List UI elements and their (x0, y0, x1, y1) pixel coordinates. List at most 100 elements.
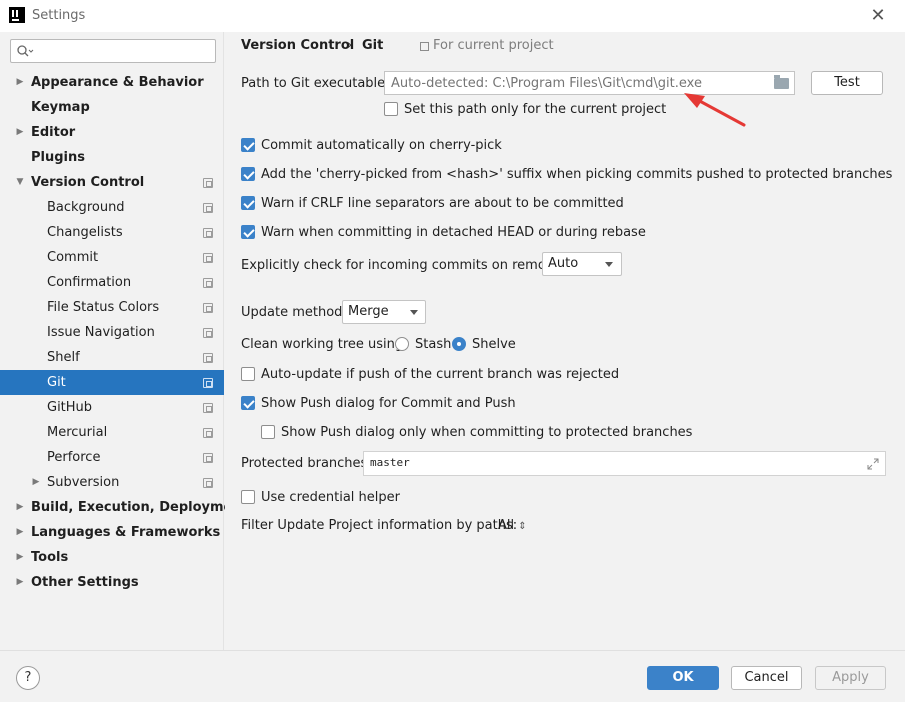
filter-paths-value: All (498, 518, 515, 533)
search-input[interactable] (39, 42, 209, 60)
breadcrumb-version-control[interactable]: Version Control (241, 38, 354, 53)
sidebar-item-label: Shelf (47, 350, 80, 365)
chevron-right-icon[interactable]: ▶ (14, 545, 26, 570)
sidebar-item-label: Other Settings (31, 575, 139, 590)
sidebar-item-label: Commit (47, 250, 99, 265)
copy-settings-icon (203, 478, 213, 488)
git-path-field[interactable] (384, 71, 795, 95)
chevron-down-icon[interactable]: ▼ (14, 170, 26, 195)
sidebar-item-subversion[interactable]: ▶ Subversion (0, 470, 224, 495)
ok-button[interactable]: OK (647, 666, 719, 690)
sidebar-item-label: Issue Navigation (47, 325, 155, 340)
sidebar-item-mercurial[interactable]: Mercurial (0, 420, 224, 445)
detached-head-label: Warn when committing in detached HEAD or… (261, 225, 646, 240)
intellij-icon (9, 7, 25, 23)
sidebar-item-file-status-colors[interactable]: File Status Colors (0, 295, 224, 320)
sidebar-item-label: Mercurial (47, 425, 108, 440)
clean-working-tree-label: Clean working tree using: (241, 337, 408, 352)
title-bar: Settings ✕ (0, 0, 905, 32)
stash-radio[interactable] (395, 337, 409, 351)
credential-helper-label: Use credential helper (261, 490, 400, 505)
update-method-label: Update method: (241, 305, 347, 320)
show-push-label: Show Push dialog for Commit and Push (261, 396, 516, 411)
copy-settings-icon (203, 328, 213, 338)
sidebar-item-confirmation[interactable]: Confirmation (0, 270, 224, 295)
sidebar-item-label: Tools (31, 550, 69, 565)
show-push-protected-checkbox[interactable] (261, 425, 275, 439)
protected-branches-label: Protected branches: (241, 456, 372, 471)
settings-sidebar: ▶ Appearance & Behavior Keymap ▶ Editor Plugi… (0, 32, 248, 650)
copy-settings-icon (203, 228, 213, 238)
expand-icon[interactable] (867, 458, 879, 470)
protected-branches-value: master (370, 456, 410, 469)
chevron-right-icon[interactable]: ▶ (14, 520, 26, 545)
auto-update-checkbox[interactable] (241, 367, 255, 381)
copy-settings-icon (203, 428, 213, 438)
sidebar-item-tools[interactable]: ▶ Tools (0, 545, 224, 570)
sidebar-item-label: Git (47, 375, 66, 390)
breadcrumb-git: Git (362, 38, 384, 53)
cherry-pick-checkbox[interactable] (241, 138, 255, 152)
update-method-dropdown[interactable]: Merge (342, 300, 426, 324)
sidebar-item-build-execution-deployment[interactable]: ▶ Build, Execution, Deployment (0, 495, 248, 520)
current-project-only-checkbox[interactable] (384, 102, 398, 116)
sidebar-item-commit[interactable]: Commit (0, 245, 224, 270)
close-icon[interactable]: ✕ (866, 4, 890, 28)
git-path-input[interactable] (391, 74, 766, 92)
cherry-suffix-checkbox[interactable] (241, 167, 255, 181)
chevron-right-icon[interactable]: ▶ (14, 570, 26, 595)
update-method-value: Merge (348, 304, 389, 319)
chevron-down-icon (410, 310, 418, 315)
sidebar-item-changelists[interactable]: Changelists (0, 220, 224, 245)
sidebar-item-issue-navigation[interactable]: Issue Navigation (0, 320, 224, 345)
apply-button[interactable]: Apply (815, 666, 886, 690)
dialog-footer: ? OK Cancel Apply (0, 650, 905, 702)
chevron-right-icon[interactable]: ▶ (14, 120, 26, 145)
sidebar-item-github[interactable]: GitHub (0, 395, 224, 420)
sidebar-item-shelf[interactable]: Shelf (0, 345, 224, 370)
chevron-right-icon[interactable]: ▶ (14, 495, 26, 520)
sidebar-item-label: Plugins (31, 150, 85, 165)
search-field[interactable] (10, 39, 216, 63)
breadcrumb-separator: › (347, 38, 353, 53)
sidebar-item-git[interactable]: Git (0, 370, 224, 395)
copy-settings-icon (203, 378, 213, 388)
sidebar-item-background[interactable]: Background (0, 195, 224, 220)
sidebar-item-label: Perforce (47, 450, 101, 465)
sidebar-item-plugins[interactable]: Plugins (0, 145, 224, 170)
incoming-commits-label: Explicitly check for incoming commits on… (241, 258, 571, 273)
copy-settings-icon (203, 253, 213, 263)
detached-head-checkbox[interactable] (241, 225, 255, 239)
sidebar-item-version-control[interactable]: ▼ Version Control (0, 170, 224, 195)
sidebar-item-label: File Status Colors (47, 300, 160, 315)
sidebar-item-editor[interactable]: ▶ Editor (0, 120, 224, 145)
sidebar-item-label: Appearance & Behavior (31, 75, 204, 90)
show-push-checkbox[interactable] (241, 396, 255, 410)
protected-branches-field[interactable]: master (363, 451, 886, 476)
sidebar-item-appearance-behavior[interactable]: ▶ Appearance & Behavior (0, 70, 224, 95)
copy-settings-icon (203, 203, 213, 213)
sidebar-item-perforce[interactable]: Perforce (0, 445, 224, 470)
chevron-right-icon[interactable]: ▶ (30, 470, 42, 495)
incoming-commits-dropdown[interactable]: Auto (542, 252, 622, 276)
sidebar-item-keymap[interactable]: Keymap (0, 95, 224, 120)
auto-update-label: Auto-update if push of the current branc… (261, 367, 620, 382)
window-title: Settings (32, 8, 86, 23)
folder-icon[interactable] (774, 75, 789, 89)
sidebar-item-label: Languages & Frameworks (31, 525, 221, 540)
crlf-warning-checkbox[interactable] (241, 196, 255, 210)
sidebar-item-other-settings[interactable]: ▶ Other Settings (0, 570, 224, 595)
chevron-right-icon[interactable]: ▶ (14, 70, 26, 95)
git-settings-panel: Version Control › Git For current projec… (225, 32, 905, 650)
search-icon (17, 45, 34, 57)
credential-helper-checkbox[interactable] (241, 490, 255, 504)
copy-settings-icon (203, 278, 213, 288)
spinner-icon: ⇕ (518, 521, 527, 532)
shelve-radio[interactable] (452, 337, 466, 351)
sidebar-item-languages-frameworks[interactable]: ▶ Languages & Frameworks (0, 520, 224, 545)
help-button[interactable]: ? (16, 666, 40, 690)
shelve-label: Shelve (472, 337, 516, 352)
filter-paths-selector[interactable]: All ⇕ (498, 518, 527, 533)
cancel-button[interactable]: Cancel (731, 666, 802, 690)
test-button[interactable]: Test (811, 71, 883, 95)
